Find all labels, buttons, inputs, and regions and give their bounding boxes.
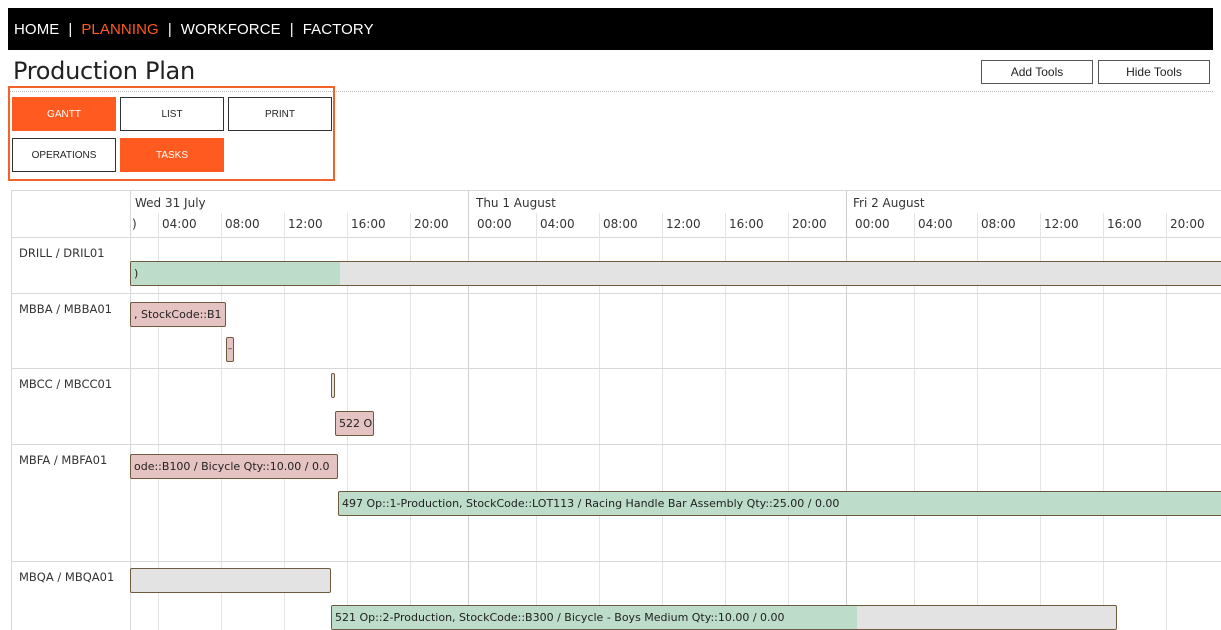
task-bar[interactable]: ode::B100 / Bicycle Qty::10.00 / 0.0 <box>130 454 338 479</box>
hour-label: 16:00 <box>1107 217 1142 231</box>
task-bar[interactable]: 521 Op::2-Production, StockCode::B300 / … <box>331 605 1117 630</box>
resource-label: MBCC / MBCC01 <box>19 377 113 391</box>
hour-label: 16:00 <box>729 217 764 231</box>
hour-label: 00:00 <box>477 217 512 231</box>
nav-factory[interactable]: FACTORY <box>303 21 374 38</box>
task-bar[interactable]: 522 O <box>335 411 374 436</box>
operations-view-button[interactable]: OPERATIONS <box>12 138 116 172</box>
print-view-button[interactable]: PRINT <box>228 97 332 131</box>
task-bar-label: , StockCode::B1 <box>134 308 222 321</box>
hour-label: 08:00 <box>981 217 1016 231</box>
view-selector-group: GANTT LIST PRINT OPERATIONS TASKS <box>8 86 335 181</box>
hour-label: 12:00 <box>1044 217 1079 231</box>
task-bar-label: – <box>227 344 233 354</box>
add-tools-button[interactable]: Add Tools <box>981 60 1093 84</box>
resource-row-mbqa: MBQA / MBQA01 521 Op::2-Production, Stoc… <box>12 562 1221 630</box>
nav-separator: | <box>68 20 73 38</box>
hour-label: 04:00 <box>540 217 575 231</box>
nav-workforce[interactable]: WORKFORCE <box>181 21 281 38</box>
list-view-button[interactable]: LIST <box>120 97 224 131</box>
hour-label: 12:00 <box>666 217 701 231</box>
gantt-view-button[interactable]: GANTT <box>12 97 116 131</box>
resource-label: DRILL / DRIL01 <box>19 246 105 260</box>
task-bar[interactable]: ) <box>130 261 1221 286</box>
resource-row-mbfa: MBFA / MBFA01 ode::B100 / Bicycle Qty::1… <box>12 445 1221 562</box>
task-bar[interactable]: , StockCode::B1 <box>130 302 226 327</box>
resource-row-drill: DRILL / DRIL01 ) <box>12 238 1221 294</box>
hour-label: 20:00 <box>1170 217 1205 231</box>
top-nav: HOME | PLANNING | WORKFORCE | FACTORY <box>8 8 1213 50</box>
hour-label: ) <box>132 217 137 231</box>
hour-label: 20:00 <box>792 217 827 231</box>
hour-label: 08:00 <box>225 217 260 231</box>
gantt-chart: Wed 31 July Thu 1 August Fri 2 August ) … <box>11 190 1221 630</box>
day-label-wed: Wed 31 July <box>135 196 206 210</box>
task-bar-label: ode::B100 / Bicycle Qty::10.00 / 0.0 <box>134 460 330 473</box>
day-label-thu: Thu 1 August <box>476 196 556 210</box>
task-bar[interactable] <box>130 568 331 593</box>
resource-label: MBBA / MBBA01 <box>19 302 112 316</box>
resource-label: MBQA / MBQA01 <box>19 570 115 584</box>
hour-label: 16:00 <box>351 217 386 231</box>
day-label-fri: Fri 2 August <box>853 196 925 210</box>
hide-tools-button[interactable]: Hide Tools <box>1098 60 1210 84</box>
hour-label: 20:00 <box>414 217 449 231</box>
task-progress <box>131 262 340 285</box>
task-bar[interactable]: 497 Op::1-Production, StockCode::LOT113 … <box>338 491 1221 516</box>
hour-label: 00:00 <box>855 217 890 231</box>
resource-row-mbba: MBBA / MBBA01 , StockCode::B1 – <box>12 294 1221 369</box>
resource-row-mbcc: MBCC / MBCC01 522 O <box>12 369 1221 445</box>
nav-home[interactable]: HOME <box>14 21 59 38</box>
hour-label: 04:00 <box>162 217 197 231</box>
nav-separator: | <box>289 20 294 38</box>
resource-label: MBFA / MBFA01 <box>19 453 108 467</box>
hour-label: 12:00 <box>288 217 323 231</box>
task-bar[interactable]: – <box>226 337 234 362</box>
task-bar[interactable] <box>331 373 335 398</box>
hour-label: 08:00 <box>603 217 638 231</box>
nav-separator: | <box>167 20 172 38</box>
hour-label: 04:00 <box>918 217 953 231</box>
task-bar-label: 521 Op::2-Production, StockCode::B300 / … <box>335 611 785 624</box>
task-bar-label: 497 Op::1-Production, StockCode::LOT113 … <box>342 497 840 510</box>
page-title: Production Plan <box>13 57 195 85</box>
task-bar-label: ) <box>134 267 139 280</box>
task-bar-label: 522 O <box>339 417 373 430</box>
tasks-view-button[interactable]: TASKS <box>120 138 224 172</box>
nav-planning[interactable]: PLANNING <box>81 21 159 38</box>
